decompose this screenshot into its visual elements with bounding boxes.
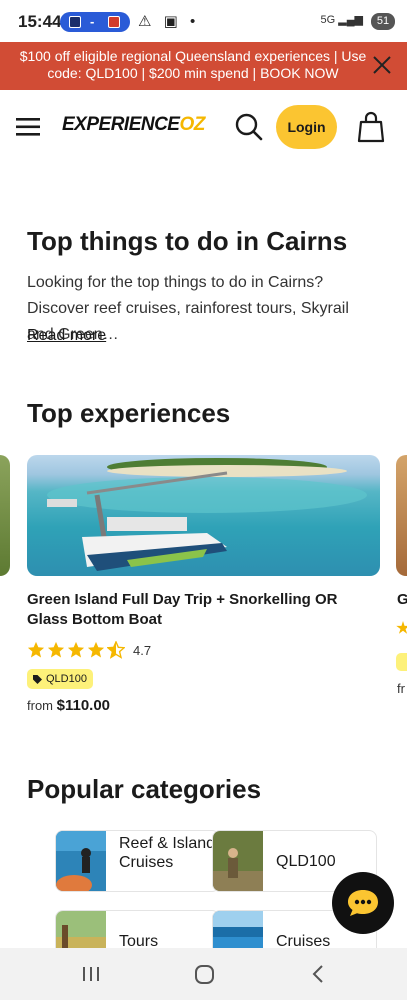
site-header: EXPERIENCEOZ Login [0, 90, 407, 164]
star-rating [27, 641, 125, 659]
half-star-icon [107, 641, 125, 659]
next-card-image [396, 455, 407, 576]
star-icon [27, 641, 45, 658]
system-navigation-bar [0, 948, 407, 1000]
menu-icon[interactable] [16, 117, 42, 137]
tag-icon [33, 674, 42, 684]
star-icon [67, 641, 85, 658]
status-bar: 15:44 - ⚠ ▣ • 5G ▂▄▆ 51 [0, 0, 407, 42]
home-icon[interactable] [195, 965, 214, 984]
category-tile-reef[interactable]: Reef & Island Cruises [55, 830, 220, 892]
badge-label: QLD100 [46, 673, 87, 685]
category-label: QLD100 [276, 853, 336, 870]
rating-row: 4.7 [27, 639, 380, 661]
experience-image[interactable] [27, 455, 380, 576]
alert-icons: ⚠ ▣ • [138, 13, 200, 30]
category-thumbnail [56, 831, 106, 891]
experience-card[interactable]: Green Island Full Day Trip + Snorkelling… [27, 455, 380, 714]
read-more-link[interactable]: Read more [27, 327, 106, 345]
pill-dash: - [90, 14, 95, 29]
star-icon [87, 641, 105, 658]
promo-code-badge: QLD100 [27, 669, 93, 689]
category-label: Reef & Island Cruises [119, 835, 216, 871]
category-thumbnail [213, 831, 263, 891]
promo-line-1: $100 off eligible regional Queensland ex… [19, 48, 367, 64]
back-icon[interactable] [310, 964, 326, 984]
logo-main: EXPERIENCE [62, 114, 180, 135]
section-title-experiences: Top experiences [27, 398, 231, 428]
promo-text: $100 off eligible regional Queensland ex… [8, 48, 378, 82]
battery-icon: 51 [371, 13, 395, 30]
signal-icon: 5G ▂▄▆ [320, 14, 363, 26]
experience-title[interactable]: Green Island Full Day Trip + Snorkelling… [27, 590, 380, 630]
next-card-title: G [397, 591, 407, 608]
promo-banner[interactable]: $100 off eligible regional Queensland ex… [0, 42, 407, 90]
cart-icon[interactable] [356, 110, 386, 144]
flag-icon [69, 16, 81, 28]
price-row: from $110.00 [27, 697, 380, 714]
promo-line-2: code: QLD100 | $200 min spend | BOOK NOW [47, 65, 339, 81]
status-time: 15:44 [18, 12, 62, 31]
star-icon [396, 621, 407, 634]
chat-button[interactable] [332, 872, 394, 934]
star-icon [47, 641, 65, 658]
page-title: Top things to do in Cairns [27, 226, 348, 256]
chat-bubble-icon [348, 890, 378, 916]
promo-code-badge [396, 653, 407, 671]
app-icon [108, 16, 120, 28]
logo-accent: OZ [179, 114, 205, 135]
section-title-categories: Popular categories [27, 774, 262, 804]
price-value: $110.00 [56, 697, 111, 714]
search-icon[interactable] [234, 112, 264, 142]
previous-card-edge[interactable] [0, 455, 10, 576]
status-notification-pill: - [60, 12, 130, 32]
login-button[interactable]: Login [276, 105, 337, 149]
logo[interactable]: EXPERIENCEOZ [62, 114, 205, 136]
next-card-price-prefix: fr [397, 681, 405, 695]
island-photo [47, 458, 367, 571]
next-experience-card[interactable]: G fr [396, 455, 407, 695]
recents-icon[interactable] [82, 966, 100, 982]
rating-value: 4.7 [133, 642, 152, 658]
close-icon[interactable] [371, 54, 393, 76]
price-prefix: from [27, 698, 53, 713]
